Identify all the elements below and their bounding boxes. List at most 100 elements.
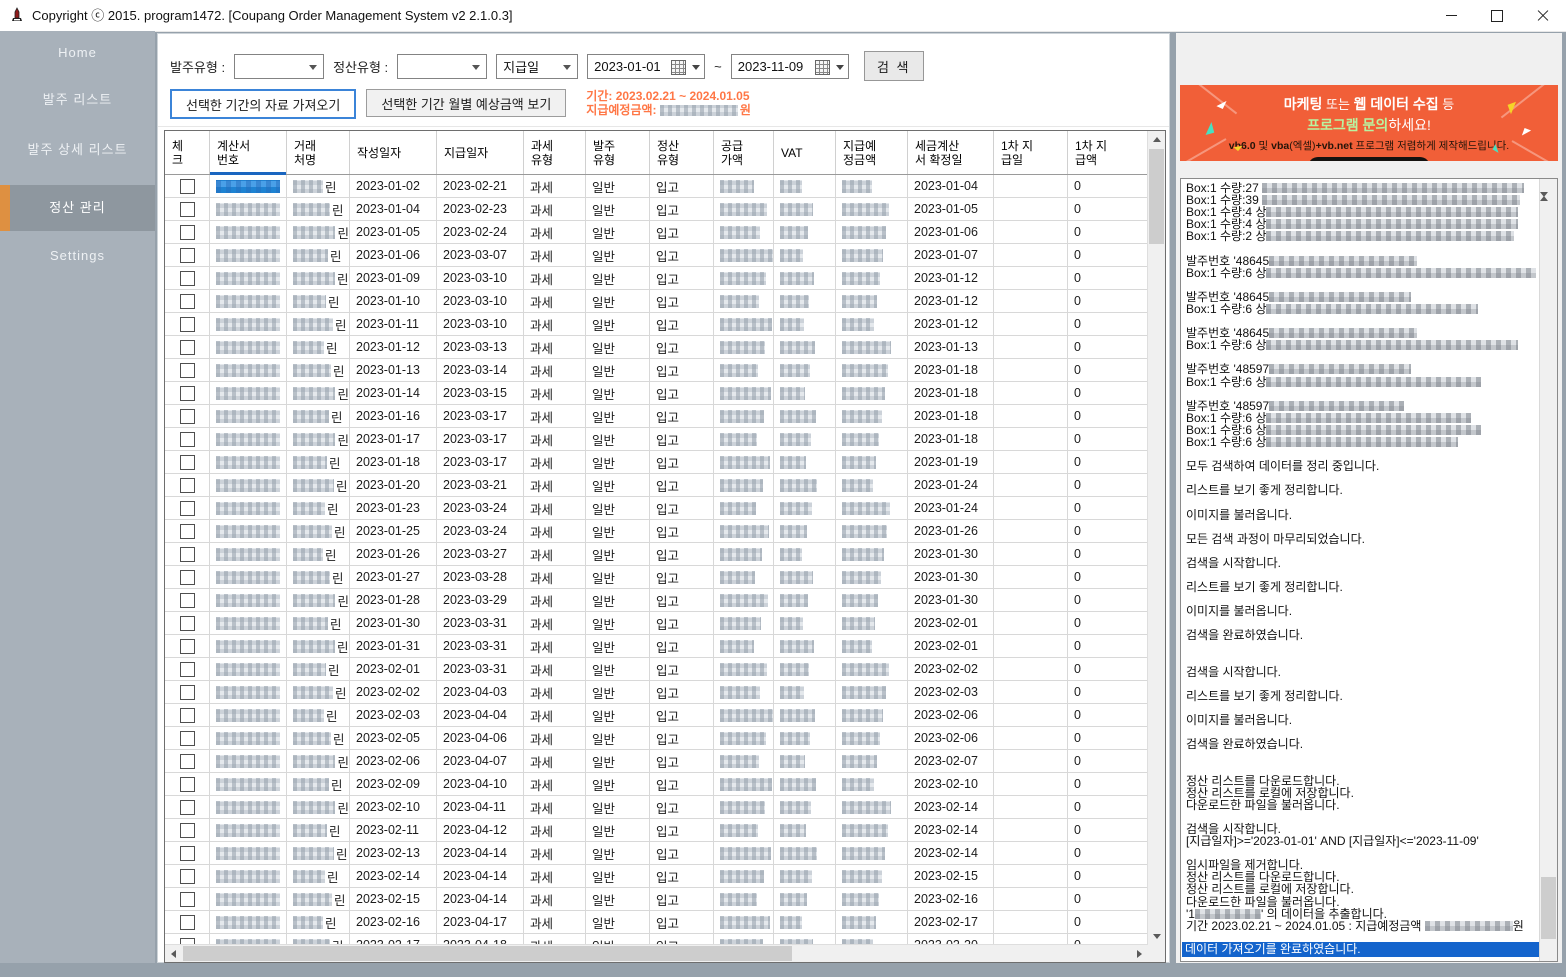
ad-banner[interactable]: 마케팅 또는 웹 데이터 수집 등 프로그램 문의하세요! vb6.0 및 vb… (1180, 85, 1558, 161)
table-row[interactable]: 린2023-01-182023-03-17과세일반입고2023-01-190 (165, 451, 1148, 474)
column-header[interactable]: 세금계산 서 확정일 (908, 131, 994, 174)
checkbox-cell[interactable] (165, 474, 210, 497)
table-row[interactable]: 린2023-01-112023-03-10과세일반입고2023-01-120 (165, 313, 1148, 336)
sidebar-item-home[interactable]: Home (0, 31, 155, 75)
table-row[interactable]: 린2023-01-162023-03-17과세일반입고2023-01-180 (165, 405, 1148, 428)
date-to-picker[interactable]: 2023-11-09 (731, 54, 849, 79)
checkbox-cell[interactable] (165, 911, 210, 934)
checkbox-cell[interactable] (165, 704, 210, 727)
checkbox-cell[interactable] (165, 336, 210, 359)
settle-type-select[interactable] (397, 54, 487, 79)
table-row[interactable]: 린2023-02-062023-04-07과세일반입고2023-02-070 (165, 750, 1148, 773)
table-row[interactable]: 린2023-02-112023-04-12과세일반입고2023-02-140 (165, 819, 1148, 842)
table-row[interactable]: 린2023-02-152023-04-14과세일반입고2023-02-160 (165, 888, 1148, 911)
table-row[interactable]: 린2023-01-172023-03-17과세일반입고2023-01-180 (165, 428, 1148, 451)
table-row[interactable]: 린2023-01-232023-03-24과세일반입고2023-01-240 (165, 497, 1148, 520)
table-row[interactable]: 린2023-02-092023-04-10과세일반입고2023-02-100 (165, 773, 1148, 796)
column-header[interactable]: 공급 가액 (714, 131, 774, 174)
checkbox-cell[interactable] (165, 612, 210, 635)
monthly-estimate-button[interactable]: 선택한 기간 월별 예상금액 보기 (366, 89, 566, 117)
checkbox-cell[interactable] (165, 244, 210, 267)
table-row[interactable]: 린2023-02-142023-04-14과세일반입고2023-02-150 (165, 865, 1148, 888)
checkbox-cell[interactable] (165, 221, 210, 244)
checkbox-cell[interactable] (165, 727, 210, 750)
order-type-select[interactable] (234, 54, 324, 79)
table-row[interactable]: 린2023-01-302023-03-31과세일반입고2023-02-010 (165, 612, 1148, 635)
row-checkbox[interactable] (180, 800, 195, 815)
row-checkbox[interactable] (180, 317, 195, 332)
row-checkbox[interactable] (180, 777, 195, 792)
sidebar-item-order-list[interactable]: 발주 리스트 (0, 78, 155, 122)
row-checkbox[interactable] (180, 639, 195, 654)
column-header[interactable]: VAT (774, 131, 836, 174)
scroll-right-arrow[interactable] (1131, 945, 1148, 962)
log-scroll-down-arrow[interactable] (1540, 197, 1557, 215)
table-row[interactable]: 린2023-02-012023-03-31과세일반입고2023-02-020 (165, 658, 1148, 681)
vertical-scrollbar[interactable] (1147, 131, 1165, 945)
horizontal-scroll-thumb[interactable] (183, 946, 792, 961)
table-row[interactable]: 린2023-01-052023-02-24과세일반입고2023-01-060 (165, 221, 1148, 244)
row-checkbox[interactable] (180, 662, 195, 677)
row-checkbox[interactable] (180, 892, 195, 907)
table-row[interactable]: 린2023-02-032023-04-04과세일반입고2023-02-060 (165, 704, 1148, 727)
checkbox-cell[interactable] (165, 313, 210, 336)
date-from-picker[interactable]: 2023-01-01 (587, 54, 705, 79)
table-row[interactable]: 린2023-01-252023-03-24과세일반입고2023-01-260 (165, 520, 1148, 543)
checkbox-cell[interactable] (165, 566, 210, 589)
checkbox-cell[interactable] (165, 543, 210, 566)
row-checkbox[interactable] (180, 731, 195, 746)
close-button[interactable] (1520, 0, 1566, 31)
table-row[interactable]: 린2023-01-262023-03-27과세일반입고2023-01-300 (165, 543, 1148, 566)
column-header[interactable]: 지급일자 (437, 131, 524, 174)
row-checkbox[interactable] (180, 202, 195, 217)
column-header[interactable]: 계산서 번호 (210, 131, 287, 174)
table-row[interactable]: 린2023-01-102023-03-10과세일반입고2023-01-120 (165, 290, 1148, 313)
search-button[interactable]: 검 색 (864, 51, 924, 81)
log-scrollbar[interactable] (1539, 179, 1557, 961)
column-header[interactable]: 과세 유형 (524, 131, 586, 174)
table-row[interactable]: 린2023-01-022023-02-21과세일반입고2023-01-040 (165, 175, 1148, 198)
row-checkbox[interactable] (180, 386, 195, 401)
checkbox-cell[interactable] (165, 658, 210, 681)
checkbox-cell[interactable] (165, 819, 210, 842)
table-row[interactable]: 린2023-02-102023-04-11과세일반입고2023-02-140 (165, 796, 1148, 819)
sidebar-item-settlement[interactable]: 정산 관리 (0, 185, 155, 231)
sidebar-item-settings[interactable]: Settings (0, 234, 155, 278)
column-header[interactable]: 지급예 정금액 (836, 131, 908, 174)
row-checkbox[interactable] (180, 685, 195, 700)
table-row[interactable]: 린2023-01-272023-03-28과세일반입고2023-01-300 (165, 566, 1148, 589)
row-checkbox[interactable] (180, 823, 195, 838)
checkbox-cell[interactable] (165, 589, 210, 612)
column-header[interactable]: 1차 지 급액 (1068, 131, 1148, 174)
row-checkbox[interactable] (180, 294, 195, 309)
table-row[interactable]: 린2023-01-142023-03-15과세일반입고2023-01-180 (165, 382, 1148, 405)
column-header[interactable]: 작성일자 (350, 131, 437, 174)
checkbox-cell[interactable] (165, 405, 210, 428)
row-checkbox[interactable] (180, 340, 195, 355)
checkbox-cell[interactable] (165, 451, 210, 474)
minimize-button[interactable] (1428, 0, 1474, 31)
checkbox-cell[interactable] (165, 773, 210, 796)
row-checkbox[interactable] (180, 455, 195, 470)
row-checkbox[interactable] (180, 754, 195, 769)
table-row[interactable]: 린2023-01-132023-03-14과세일반입고2023-01-180 (165, 359, 1148, 382)
row-checkbox[interactable] (180, 248, 195, 263)
table-row[interactable]: 린2023-02-162023-04-17과세일반입고2023-02-170 (165, 911, 1148, 934)
checkbox-cell[interactable] (165, 635, 210, 658)
row-checkbox[interactable] (180, 225, 195, 240)
row-checkbox[interactable] (180, 363, 195, 378)
log-scroll-thumb[interactable] (1541, 877, 1556, 939)
column-header[interactable]: 정산 유형 (650, 131, 714, 174)
table-row[interactable]: 린2023-01-062023-03-07과세일반입고2023-01-070 (165, 244, 1148, 267)
vertical-scroll-thumb[interactable] (1149, 149, 1164, 244)
table-row[interactable]: 린2023-01-122023-03-13과세일반입고2023-01-130 (165, 336, 1148, 359)
row-checkbox[interactable] (180, 179, 195, 194)
checkbox-cell[interactable] (165, 520, 210, 543)
checkbox-cell[interactable] (165, 267, 210, 290)
checkbox-cell[interactable] (165, 290, 210, 313)
row-checkbox[interactable] (180, 869, 195, 884)
column-header[interactable]: 체 크 (165, 131, 210, 174)
table-row[interactable]: 린2023-02-022023-04-03과세일반입고2023-02-030 (165, 681, 1148, 704)
row-checkbox[interactable] (180, 524, 195, 539)
row-checkbox[interactable] (180, 501, 195, 516)
